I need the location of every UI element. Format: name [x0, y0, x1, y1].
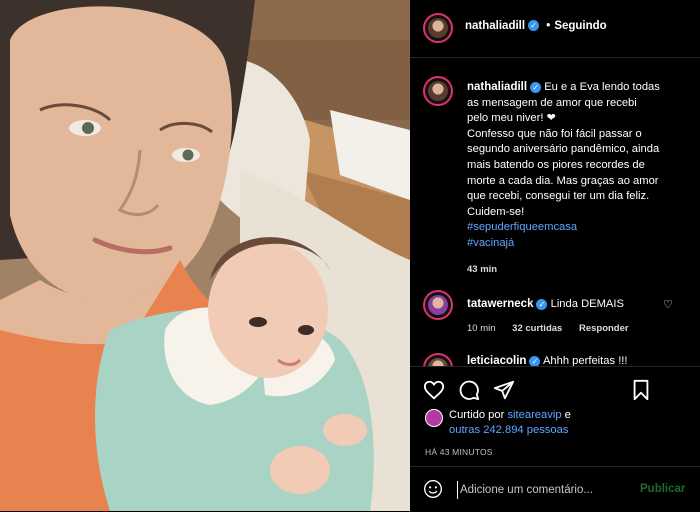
likes-connector: e — [564, 409, 571, 421]
post-time-ago[interactable]: HÁ 43 MINUTOS — [425, 447, 493, 457]
caption-line: segundo aniversário pandêmico, ainda — [467, 143, 660, 156]
comments-section[interactable]: nathaliadill ✓ Eu e a Eva lendo todas as … — [410, 58, 700, 366]
liker-username-link[interactable]: siteareavip — [507, 409, 561, 421]
comment-text: tatawerneck ✓ Linda DEMAIS — [467, 298, 624, 310]
verified-icon: ✓ — [528, 20, 540, 32]
caption: nathaliadill ✓ Eu e a Eva lendo todas as … — [467, 80, 682, 277]
separator-dot: • — [546, 20, 551, 32]
author-avatar[interactable] — [423, 13, 453, 43]
caption-author-avatar[interactable] — [423, 76, 453, 106]
follow-status-button[interactable]: Seguindo — [554, 20, 606, 32]
post-photo[interactable] — [0, 0, 410, 511]
comment-time[interactable]: 10 min — [467, 323, 496, 334]
author-username[interactable]: nathaliadill — [465, 20, 525, 32]
comment-input[interactable] — [457, 481, 640, 499]
verified-icon: ✓ — [536, 298, 548, 310]
comment-icon[interactable] — [458, 379, 480, 401]
post-header: nathaliadill ✓ • Seguindo — [410, 0, 700, 58]
caption-line: morte a cada dia. Mas graças ao amor — [467, 174, 659, 187]
caption-line: Cuidem-se! — [467, 205, 525, 218]
caption-time[interactable]: 43 min — [467, 262, 682, 278]
comment-like-heart-icon[interactable]: ♡ — [663, 298, 673, 311]
hashtag-link[interactable]: #vacinajá — [467, 236, 682, 252]
comment-text: leticiacolin ✓ Ahhh perfeitas !!! — [467, 355, 628, 366]
post-panel: nathaliadill ✓ • Seguindo nathaliadill ✓ Eu… — [410, 0, 700, 511]
comment-row: tatawerneck ✓ Linda DEMAIS ♡ 10 min 32 cu… — [410, 290, 700, 340]
comment-meta: 10 min 32 curtidas Responder — [467, 323, 643, 334]
caption-line: que recebi, consegui ter um dia feliz. — [467, 190, 650, 203]
verified-icon: ✓ — [529, 355, 541, 366]
heart-icon[interactable] — [423, 379, 445, 401]
caption-username[interactable]: nathaliadill — [467, 81, 527, 93]
publish-button[interactable]: Publicar — [640, 483, 685, 495]
action-bar: Curtido por siteareavip e outras 242.894… — [410, 366, 700, 459]
hashtag-link[interactable]: #sepuderfiqueemcasa — [467, 220, 682, 236]
likes-count-link[interactable]: outras 242.894 pessoas — [449, 424, 568, 436]
share-icon[interactable] — [493, 379, 515, 401]
reply-button[interactable]: Responder — [579, 323, 629, 334]
emoji-icon[interactable] — [423, 479, 443, 499]
likes-prefix: Curtido por — [449, 409, 505, 421]
commenter-avatar[interactable] — [423, 290, 453, 320]
verified-icon: ✓ — [530, 81, 542, 93]
commenter-avatar[interactable] — [423, 353, 453, 366]
caption-line: Confesso que não foi fácil passar o — [467, 127, 642, 140]
caption-line: as mensagem de amor que recebi — [467, 96, 637, 109]
commenter-username[interactable]: tatawerneck — [467, 298, 533, 310]
caption-line: Eu e a Eva lendo todas — [544, 81, 660, 93]
comment-bar: Publicar — [410, 466, 700, 512]
commenter-username[interactable]: leticiacolin — [467, 355, 526, 366]
author-info: nathaliadill ✓ • Seguindo — [465, 20, 607, 32]
caption-line: mais batendo os piores recordes de — [467, 158, 645, 171]
caption-line: pelo meu niver! ❤ — [467, 112, 556, 125]
comment-row: leticiacolin ✓ Ahhh perfeitas !!! — [410, 351, 700, 366]
comment-likes[interactable]: 32 curtidas — [512, 323, 562, 334]
photo-mother-and-baby — [0, 0, 410, 511]
liker-avatar[interactable] — [425, 409, 443, 427]
comment-body: Linda DEMAIS — [550, 298, 624, 310]
comment-body: Ahhh perfeitas !!! — [542, 355, 628, 366]
bookmark-icon[interactable] — [630, 379, 652, 401]
